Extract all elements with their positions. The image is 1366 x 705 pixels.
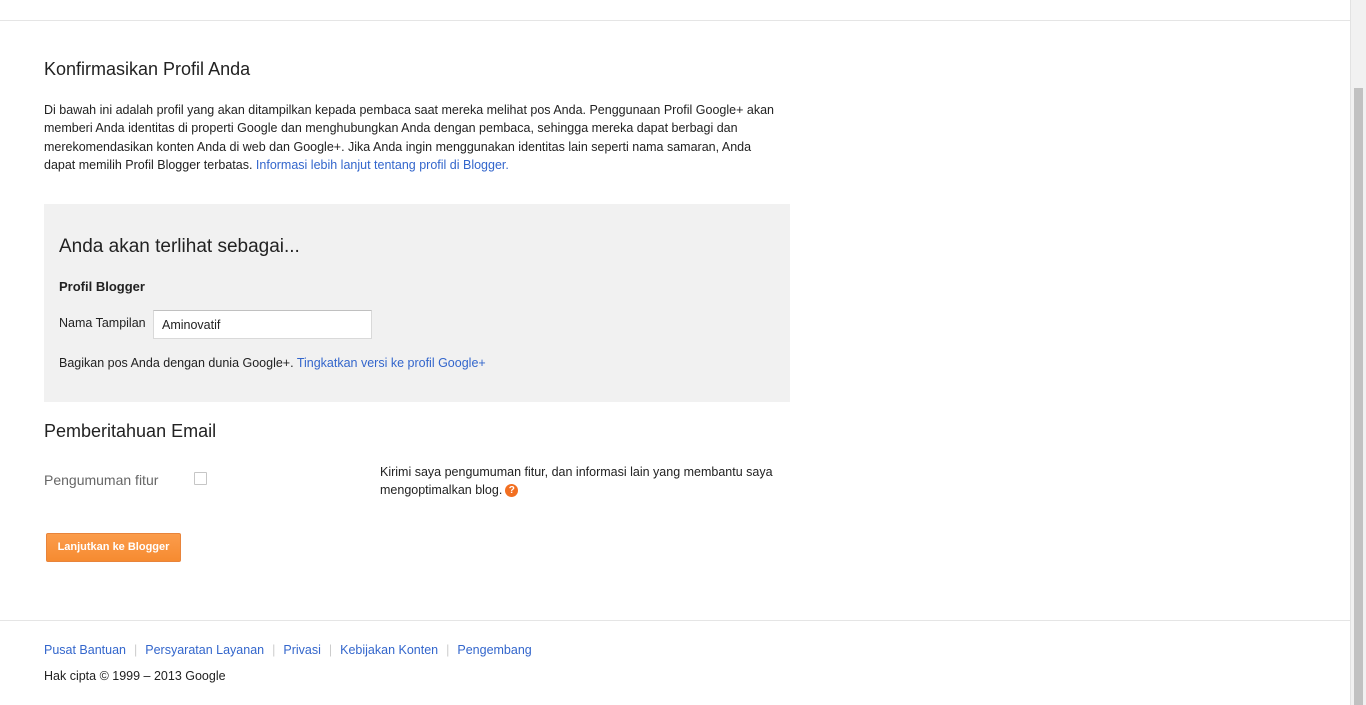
feature-description-text: Kirimi saya pengumuman fitur, dan inform… (380, 465, 773, 497)
share-text-line: Bagikan pos Anda dengan dunia Google+. T… (59, 356, 486, 370)
page-title: Konfirmasikan Profil Anda (44, 59, 251, 79)
top-divider (0, 20, 1350, 21)
footer-link-content-policy[interactable]: Kebijakan Konten (340, 643, 438, 657)
copyright-text: Hak cipta © 1999 – 2013 Google (44, 669, 226, 683)
vertical-scrollbar[interactable] (1350, 0, 1366, 705)
upgrade-google-plus-link[interactable]: Tingkatkan versi ke profil Google+ (297, 356, 486, 370)
footer-separator: | (328, 643, 333, 657)
share-text: Bagikan pos Anda dengan dunia Google+. (59, 356, 294, 370)
footer-link-terms-of-service[interactable]: Persyaratan Layanan (145, 643, 264, 657)
footer-link-help-center[interactable]: Pusat Bantuan (44, 643, 126, 657)
footer-separator: | (134, 643, 138, 657)
continue-to-blogger-button[interactable]: Lanjutkan ke Blogger (46, 533, 181, 562)
display-name-input[interactable] (153, 310, 372, 339)
display-name-label: Nama Tampilan (59, 316, 146, 330)
email-notifications-title: Pemberitahuan Email (44, 421, 217, 441)
question-mark-icon[interactable]: ? (505, 484, 519, 497)
footer-links: Pusat Bantuan | Persyaratan Layanan | Privas… (44, 643, 532, 657)
footer-separator: | (446, 643, 450, 657)
scrollbar-thumb[interactable] (1354, 88, 1363, 705)
footer-separator: | (272, 643, 276, 657)
page: Konfirmasikan Profil Anda Di bawah ini a… (0, 0, 1366, 705)
feature-announcement-label: Pengumuman fitur (44, 472, 159, 488)
profile-type-label: Profil Blogger (59, 279, 145, 294)
feature-announcement-checkbox[interactable] (194, 472, 207, 485)
footer-link-developers[interactable]: Pengembang (457, 643, 531, 657)
profile-box-title: Anda akan terlihat sebagai... (59, 236, 300, 257)
profile-preview-box (44, 204, 790, 402)
footer-link-privacy[interactable]: Privasi (283, 643, 321, 657)
feature-announcement-description: Kirimi saya pengumuman fitur, dan inform… (380, 463, 792, 499)
intro-paragraph: Di bawah ini adalah profil yang akan dit… (44, 101, 784, 174)
footer-divider (0, 620, 1350, 621)
profile-info-link[interactable]: Informasi lebih lanjut tentang profil di… (256, 158, 509, 172)
